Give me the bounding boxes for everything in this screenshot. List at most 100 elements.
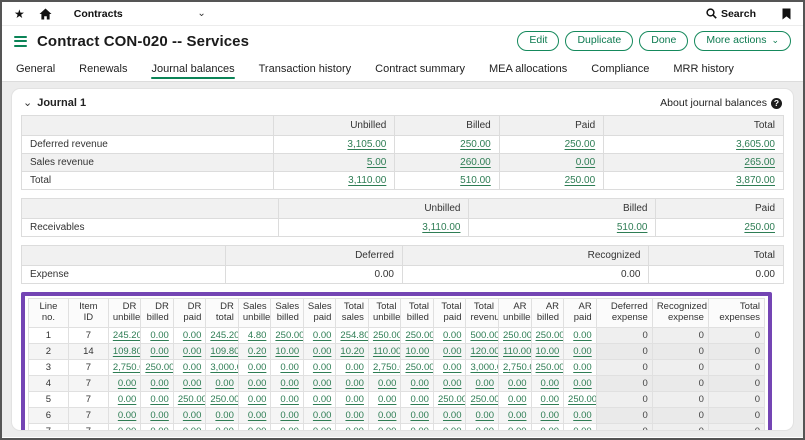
about-journal-balances-link[interactable]: About journal balances ? xyxy=(660,97,782,109)
tab-compliance[interactable]: Compliance xyxy=(591,56,649,81)
amount-link[interactable]: 0.00 xyxy=(378,410,397,421)
tab-mrr-history[interactable]: MRR history xyxy=(673,56,734,81)
amount-link[interactable]: 260.00 xyxy=(460,157,491,168)
amount-link[interactable]: 0.00 xyxy=(443,426,462,431)
amount-link[interactable]: 0.00 xyxy=(541,426,560,431)
amount-link[interactable]: 0.00 xyxy=(118,426,137,431)
done-button[interactable]: Done xyxy=(639,31,688,51)
amount-link[interactable]: 0.00 xyxy=(183,330,202,341)
amount-link[interactable]: 2,750.00 xyxy=(503,362,531,373)
amount-link[interactable]: 0.00 xyxy=(345,362,364,373)
amount-link[interactable]: 0.00 xyxy=(573,362,592,373)
amount-link[interactable]: 0.00 xyxy=(573,426,592,431)
amount-link[interactable]: 250.00 xyxy=(210,394,238,405)
help-icon[interactable]: ? xyxy=(771,98,782,109)
more-actions-button[interactable]: More actions⌄ xyxy=(694,31,791,51)
amount-link[interactable]: 250.00 xyxy=(565,139,596,150)
amount-link[interactable]: 3,870.00 xyxy=(736,175,775,186)
amount-link[interactable]: 109.80 xyxy=(210,346,238,357)
amount-link[interactable]: 0.00 xyxy=(150,378,169,389)
amount-link[interactable]: 2,750.00 xyxy=(113,362,141,373)
amount-link[interactable]: 0.00 xyxy=(443,378,462,389)
amount-link[interactable]: 0.00 xyxy=(573,378,592,389)
amount-link[interactable]: 0.00 xyxy=(215,426,234,431)
amount-link[interactable]: 0.00 xyxy=(118,394,137,405)
amount-link[interactable]: 0.00 xyxy=(541,378,560,389)
amount-link[interactable]: 5.00 xyxy=(367,157,386,168)
amount-link[interactable]: 0.00 xyxy=(573,330,592,341)
amount-link[interactable]: 10.20 xyxy=(340,346,364,357)
amount-link[interactable]: 0.00 xyxy=(280,394,299,405)
amount-link[interactable]: 120.00 xyxy=(470,346,498,357)
amount-link[interactable]: 0.00 xyxy=(313,362,332,373)
amount-link[interactable]: 0.00 xyxy=(508,410,527,421)
amount-link[interactable]: 10.00 xyxy=(405,346,429,357)
amount-link[interactable]: 250.00 xyxy=(744,222,775,233)
amount-link[interactable]: 0.00 xyxy=(248,426,267,431)
amount-link[interactable]: 2,750.00 xyxy=(373,362,401,373)
amount-link[interactable]: 0.00 xyxy=(150,394,169,405)
amount-link[interactable]: 250.00 xyxy=(536,362,564,373)
amount-link[interactable]: 250.00 xyxy=(405,330,433,341)
amount-link[interactable]: 0.00 xyxy=(183,426,202,431)
amount-link[interactable]: 0.00 xyxy=(313,330,332,341)
amount-link[interactable]: 0.00 xyxy=(573,346,592,357)
amount-link[interactable]: 4.80 xyxy=(248,330,267,341)
amount-link[interactable]: 510.00 xyxy=(460,175,491,186)
amount-link[interactable]: 0.00 xyxy=(313,410,332,421)
bookmark-icon[interactable] xyxy=(782,8,791,20)
tab-renewals[interactable]: Renewals xyxy=(79,56,127,81)
amount-link[interactable]: 250.00 xyxy=(275,330,303,341)
amount-link[interactable]: 110.00 xyxy=(503,346,531,357)
amount-link[interactable]: 0.00 xyxy=(215,410,234,421)
amount-link[interactable]: 0.00 xyxy=(508,426,527,431)
amount-link[interactable]: 0.00 xyxy=(183,346,202,357)
amount-link[interactable]: 0.00 xyxy=(118,410,137,421)
amount-link[interactable]: 254.80 xyxy=(340,330,368,341)
amount-link[interactable]: 0.00 xyxy=(573,410,592,421)
tab-journal-balances[interactable]: Journal balances xyxy=(151,56,234,81)
amount-link[interactable]: 0.00 xyxy=(443,330,462,341)
amount-link[interactable]: 250.00 xyxy=(373,330,401,341)
amount-link[interactable]: 0.00 xyxy=(150,410,169,421)
amount-link[interactable]: 250.00 xyxy=(178,394,206,405)
amount-link[interactable]: 0.00 xyxy=(150,330,169,341)
amount-link[interactable]: 0.00 xyxy=(183,410,202,421)
amount-link[interactable]: 109.80 xyxy=(113,346,141,357)
amount-link[interactable]: 0.00 xyxy=(248,410,267,421)
amount-link[interactable]: 0.00 xyxy=(280,362,299,373)
home-icon[interactable] xyxy=(39,8,52,20)
amount-link[interactable]: 510.00 xyxy=(617,222,648,233)
amount-link[interactable]: 0.00 xyxy=(508,378,527,389)
amount-link[interactable]: 250.00 xyxy=(568,394,596,405)
amount-link[interactable]: 0.00 xyxy=(280,378,299,389)
amount-link[interactable]: 0.00 xyxy=(410,426,429,431)
amount-link[interactable]: 0.00 xyxy=(150,426,169,431)
amount-link[interactable]: 0.00 xyxy=(345,410,364,421)
amount-link[interactable]: 0.00 xyxy=(118,378,137,389)
amount-link[interactable]: 0.00 xyxy=(410,394,429,405)
amount-link[interactable]: 0.00 xyxy=(443,346,462,357)
amount-link[interactable]: 3,000.00 xyxy=(470,362,498,373)
amount-link[interactable]: 0.00 xyxy=(248,394,267,405)
amount-link[interactable]: 10.00 xyxy=(275,346,299,357)
collapse-chevron-icon[interactable]: ⌄ xyxy=(23,98,32,109)
amount-link[interactable]: 265.00 xyxy=(744,157,775,168)
amount-link[interactable]: 0.00 xyxy=(183,362,202,373)
amount-link[interactable]: 3,110.00 xyxy=(348,175,386,186)
amount-link[interactable]: 0.00 xyxy=(345,426,364,431)
amount-link[interactable]: 245.20 xyxy=(113,330,141,341)
amount-link[interactable]: 0.00 xyxy=(313,426,332,431)
amount-link[interactable]: 0.00 xyxy=(248,362,267,373)
amount-link[interactable]: 10.00 xyxy=(536,346,560,357)
amount-link[interactable]: 250.00 xyxy=(405,362,433,373)
search-button[interactable]: Search xyxy=(706,8,756,20)
amount-link[interactable]: 250.00 xyxy=(503,330,531,341)
amount-link[interactable]: 110.00 xyxy=(373,346,401,357)
amount-link[interactable]: 0.00 xyxy=(378,378,397,389)
amount-link[interactable]: 0.00 xyxy=(313,394,332,405)
amount-link[interactable]: 0.00 xyxy=(183,378,202,389)
amount-link[interactable]: 0.00 xyxy=(378,394,397,405)
module-selector[interactable]: Contracts ⌄ xyxy=(74,8,206,20)
tab-transaction-history[interactable]: Transaction history xyxy=(259,56,352,81)
